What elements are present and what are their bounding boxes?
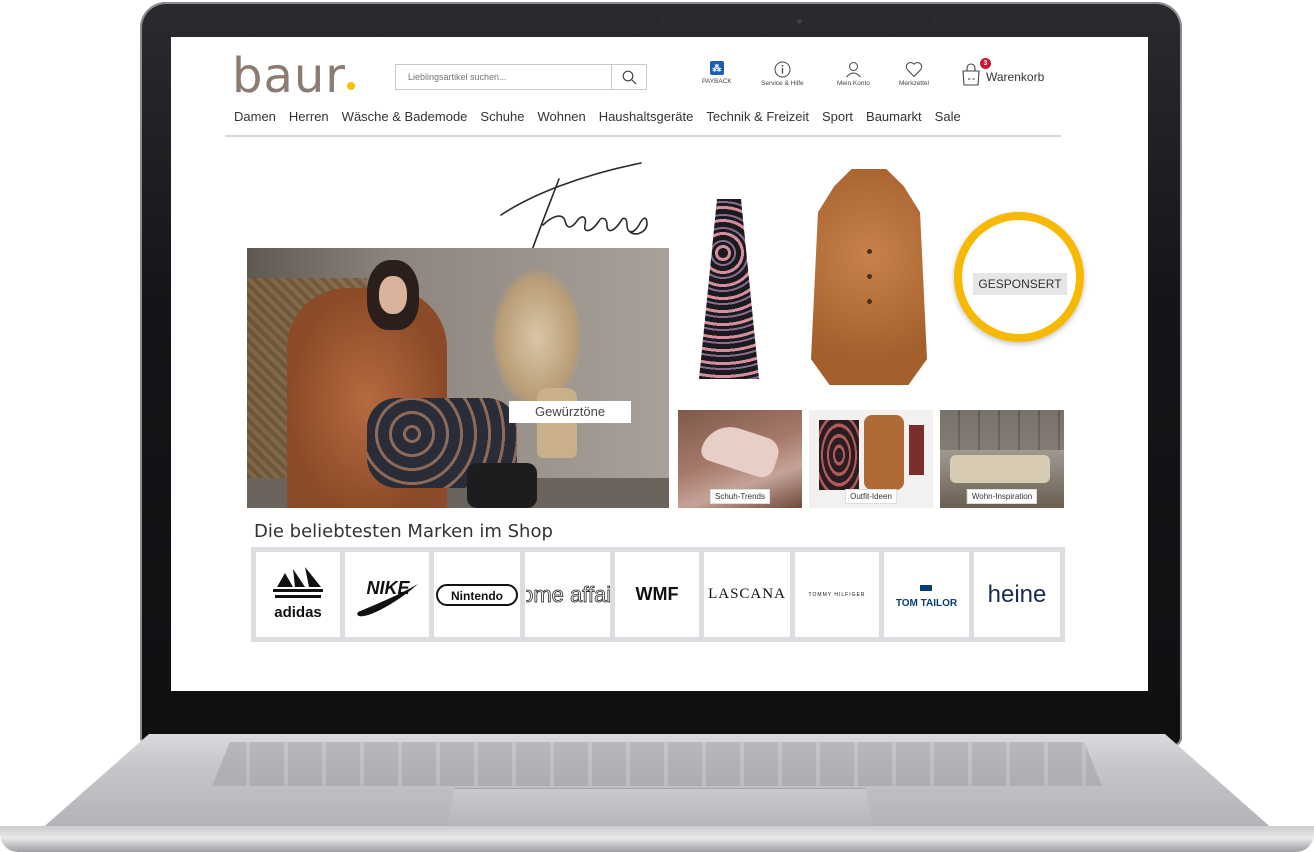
adidas-logo: adidas xyxy=(273,566,323,621)
shopping-bag-icon: ∘∘ xyxy=(962,63,980,86)
tom-tailor-emblem-icon xyxy=(920,585,933,591)
brand-nike[interactable]: NIKE xyxy=(345,552,429,637)
coat-image xyxy=(864,415,904,490)
nike-logo: NIKE xyxy=(357,578,418,616)
webcam xyxy=(797,19,802,24)
search-bar xyxy=(395,64,647,90)
logo-dot xyxy=(347,82,355,90)
nav-item-damen[interactable]: Damen xyxy=(234,109,276,124)
nav-item-sale[interactable]: Sale xyxy=(935,109,961,124)
tile-label: Schuh-Trends xyxy=(710,489,770,504)
brands-title: Die beliebtesten Marken im Shop xyxy=(254,521,553,542)
wishlist-link[interactable]: Merkzettel xyxy=(899,61,929,87)
hero-label[interactable]: Gewürztöne xyxy=(509,401,631,423)
search-icon xyxy=(622,70,636,84)
browser-screen: baur ⁂ PAYBACK Service & Hilfe Mein Kont… xyxy=(171,37,1148,691)
trends-script-title xyxy=(500,162,648,254)
svg-text:Nintendo: Nintendo xyxy=(451,589,503,603)
payback-icon: ⁂ xyxy=(709,61,724,75)
lascana-logo: LASCANA xyxy=(708,586,786,602)
brand-adidas[interactable]: adidas xyxy=(256,552,340,637)
tommy-hilfiger-logo: TOMMY HILFIGER xyxy=(808,591,866,598)
nav-item-baumarkt[interactable]: Baumarkt xyxy=(866,109,922,124)
tom-tailor-wordmark: TOM TAILOR xyxy=(895,598,958,609)
tile-home-inspiration[interactable]: Wohn-Inspiration xyxy=(940,410,1064,508)
sensor-dot xyxy=(933,20,936,23)
search-button[interactable] xyxy=(611,65,646,89)
product-teddy-coat[interactable] xyxy=(811,169,927,385)
user-icon xyxy=(846,62,861,78)
stone-wall-image xyxy=(940,410,1064,450)
nav-item-technik[interactable]: Technik & Freizeit xyxy=(706,109,809,124)
tile-shoe-trends[interactable]: Schuh-Trends xyxy=(678,410,802,508)
coat-button xyxy=(867,274,872,279)
product-floral-skirt[interactable] xyxy=(699,199,759,379)
nav-item-wohnen[interactable]: Wohnen xyxy=(538,109,586,124)
tom-tailor-logo: TOM TAILOR xyxy=(896,580,957,609)
service-label: Service & Hilfe xyxy=(761,80,804,87)
vase xyxy=(537,388,577,458)
brand-tom-tailor[interactable]: TOM TAILOR xyxy=(884,552,969,637)
svg-text:Home affaire: Home affaire xyxy=(526,582,610,607)
brand-tommy-hilfiger[interactable]: TOMMY HILFIGER xyxy=(795,552,879,637)
model-face xyxy=(379,276,407,314)
baur-logo[interactable]: baur xyxy=(232,51,346,101)
cart-link[interactable]: ∘∘ 3 Warenkorb xyxy=(960,58,1045,87)
wmf-logo: WMF xyxy=(636,584,679,604)
heart-icon xyxy=(905,62,923,78)
laptop-trackpad xyxy=(448,788,872,825)
model-boots xyxy=(467,463,537,508)
account-label: Mein Konto xyxy=(837,80,870,87)
payback-link[interactable]: ⁂ PAYBACK xyxy=(702,61,732,85)
nav-item-haushaltsgeraete[interactable]: Haushaltsgeräte xyxy=(599,109,694,124)
nav-item-sport[interactable]: Sport xyxy=(822,109,853,124)
cart-count-badge: 3 xyxy=(980,58,991,69)
brand-lascana[interactable]: LASCANA xyxy=(704,552,790,637)
tile-outfit-ideas[interactable]: Outfit-Ideen xyxy=(809,410,933,508)
heine-logo: heine xyxy=(987,580,1047,608)
coat-button xyxy=(867,249,872,254)
wishlist-label: Merkzettel xyxy=(899,80,929,87)
search-input[interactable] xyxy=(396,65,618,89)
brand-nintendo[interactable]: Nintendo xyxy=(434,552,520,637)
coat-button xyxy=(867,299,872,304)
lipstick-image xyxy=(909,425,924,475)
laptop-base-front xyxy=(0,826,1314,852)
tile-label: Wohn-Inspiration xyxy=(966,489,1038,504)
info-icon xyxy=(774,61,791,78)
laptop-keyboard xyxy=(212,742,1102,786)
nintendo-logo: Nintendo xyxy=(436,583,518,606)
pampas-grass xyxy=(492,268,582,408)
nav-divider xyxy=(225,135,1061,137)
sneaker-image xyxy=(698,419,783,481)
hero-banner[interactable]: Gewürztöne xyxy=(247,248,669,508)
svg-text:WMF: WMF xyxy=(636,584,679,604)
brand-strip: adidas NIKE Nintendo Home affaire WMF xyxy=(251,547,1065,642)
brand-heine[interactable]: heine xyxy=(974,552,1060,637)
brand-home-affaire[interactable]: Home affaire xyxy=(525,552,610,637)
cart-label: Warenkorb xyxy=(986,70,1045,84)
svg-text:adidas: adidas xyxy=(274,604,322,621)
sponsored-label: GESPONSERT xyxy=(973,273,1067,295)
sofa-image xyxy=(950,455,1050,483)
nav-item-herren[interactable]: Herren xyxy=(289,109,329,124)
main-navigation: Damen Herren Wäsche & Bademode Schuhe Wo… xyxy=(234,109,974,124)
service-link[interactable]: Service & Hilfe xyxy=(761,61,804,87)
tile-label: Outfit-Ideen xyxy=(845,489,897,504)
blouse-image xyxy=(819,420,859,490)
sensor-dot xyxy=(661,20,664,23)
brand-wmf[interactable]: WMF xyxy=(615,552,699,637)
nav-item-waesche[interactable]: Wäsche & Bademode xyxy=(342,109,468,124)
payback-label: PAYBACK xyxy=(702,78,732,85)
account-link[interactable]: Mein Konto xyxy=(837,61,870,87)
home-affaire-logo: Home affaire xyxy=(526,581,610,607)
nav-item-schuhe[interactable]: Schuhe xyxy=(480,109,524,124)
svg-text:∘∘: ∘∘ xyxy=(967,76,976,83)
